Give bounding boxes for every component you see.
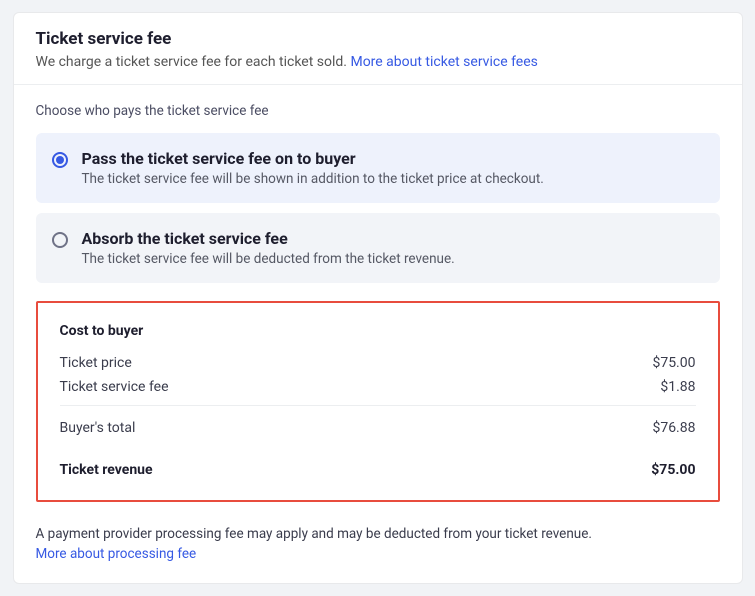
row-value: $75.00 (652, 355, 695, 371)
cost-row-revenue: Ticket revenue $75.00 (60, 458, 696, 482)
option-title: Pass the ticket service fee on to buyer (82, 149, 544, 168)
row-label: Ticket price (60, 355, 132, 371)
option-desc: The ticket service fee will be deducted … (82, 251, 455, 267)
ticket-service-fee-card: Ticket service fee We charge a ticket se… (13, 12, 743, 584)
cost-row-ticket-price: Ticket price $75.00 (60, 351, 696, 375)
option-text: Pass the ticket service fee on to buyer … (82, 149, 544, 187)
radio-selected-icon (52, 152, 68, 168)
cost-to-buyer-box: Cost to buyer Ticket price $75.00 Ticket… (36, 301, 720, 502)
card-title: Ticket service fee (36, 29, 720, 49)
processing-fee-note: A payment provider processing fee may ap… (14, 520, 742, 583)
row-value: $76.88 (652, 420, 695, 436)
more-about-processing-fee-link[interactable]: More about processing fee (36, 546, 197, 562)
row-value: $75.00 (651, 462, 695, 478)
more-about-service-fees-link[interactable]: More about ticket service fees (350, 54, 537, 70)
row-label: Ticket revenue (60, 462, 153, 478)
row-label: Ticket service fee (60, 379, 169, 395)
choose-who-pays-label: Choose who pays the ticket service fee (36, 103, 720, 119)
row-value: $1.88 (660, 379, 695, 395)
footer-text: A payment provider processing fee may ap… (36, 526, 592, 542)
option-text: Absorb the ticket service fee The ticket… (82, 229, 455, 267)
row-label: Buyer's total (60, 420, 136, 436)
cost-row-service-fee: Ticket service fee $1.88 (60, 375, 696, 399)
option-desc: The ticket service fee will be shown in … (82, 171, 544, 187)
radio-unselected-icon (52, 232, 68, 248)
option-pass-on-to-buyer[interactable]: Pass the ticket service fee on to buyer … (36, 133, 720, 203)
card-subtitle: We charge a ticket service fee for each … (36, 54, 720, 70)
card-body: Choose who pays the ticket service fee P… (14, 85, 742, 520)
subtitle-text: We charge a ticket service fee for each … (36, 54, 351, 70)
cost-row-total: Buyer's total $76.88 (60, 405, 696, 440)
card-header: Ticket service fee We charge a ticket se… (14, 13, 742, 84)
cost-heading: Cost to buyer (60, 323, 696, 339)
option-absorb-fee[interactable]: Absorb the ticket service fee The ticket… (36, 213, 720, 283)
option-title: Absorb the ticket service fee (82, 229, 455, 248)
